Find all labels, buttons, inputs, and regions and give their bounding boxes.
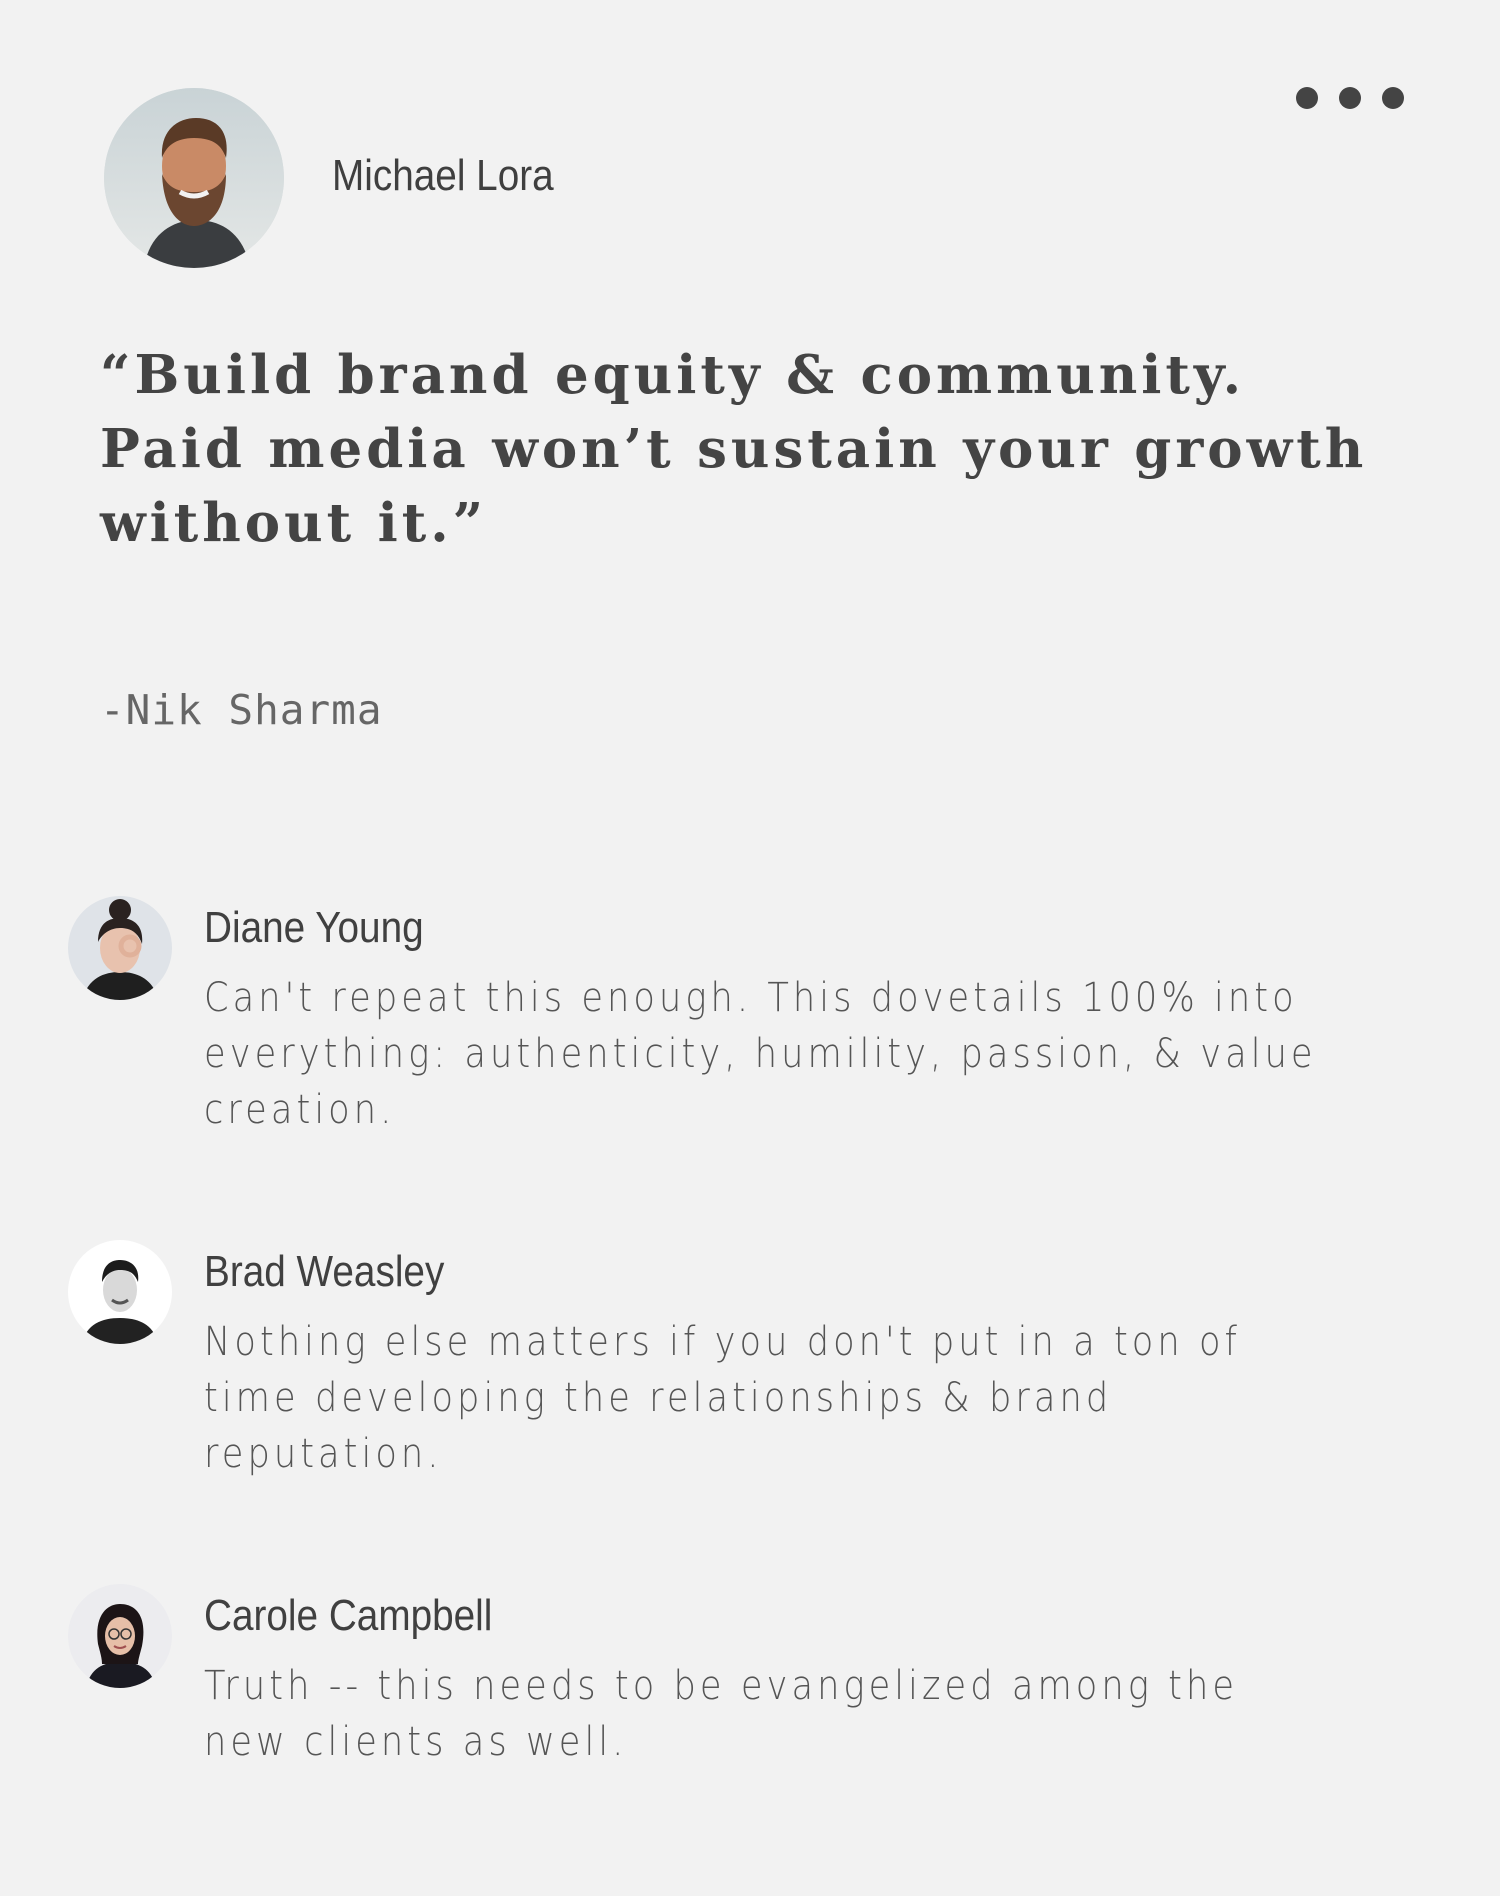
- more-dots-icon: [1382, 87, 1404, 109]
- comment-author[interactable]: Carole Campbell: [204, 1586, 492, 1646]
- more-dots-icon: [1339, 87, 1361, 109]
- commenter-avatar-image: [68, 1240, 172, 1344]
- comment-author[interactable]: Brad Weasley: [204, 1242, 444, 1302]
- author-name[interactable]: Michael Lora: [332, 146, 554, 206]
- more-options-button[interactable]: [1296, 80, 1404, 116]
- author-avatar-image: [104, 88, 284, 268]
- commenter-avatar-image: [68, 1584, 172, 1688]
- author-avatar[interactable]: [104, 88, 284, 268]
- commenter-avatar[interactable]: [68, 896, 172, 1000]
- more-dots-icon: [1296, 87, 1318, 109]
- quote-text: “Build brand equity & community. Paid me…: [100, 344, 1368, 554]
- comment-text: Can't repeat this enough. This dovetails…: [204, 975, 1317, 1133]
- comment-text: Nothing else matters if you don't put in…: [204, 1319, 1242, 1477]
- quote-attribution: -Nik Sharma: [100, 686, 383, 734]
- commenter-avatar[interactable]: [68, 1240, 172, 1344]
- comment-text: Truth -- this needs to be evangelized am…: [204, 1663, 1239, 1765]
- commenter-avatar[interactable]: [68, 1584, 172, 1688]
- commenter-avatar-image: [68, 896, 172, 1000]
- comment-author[interactable]: Diane Young: [204, 898, 424, 958]
